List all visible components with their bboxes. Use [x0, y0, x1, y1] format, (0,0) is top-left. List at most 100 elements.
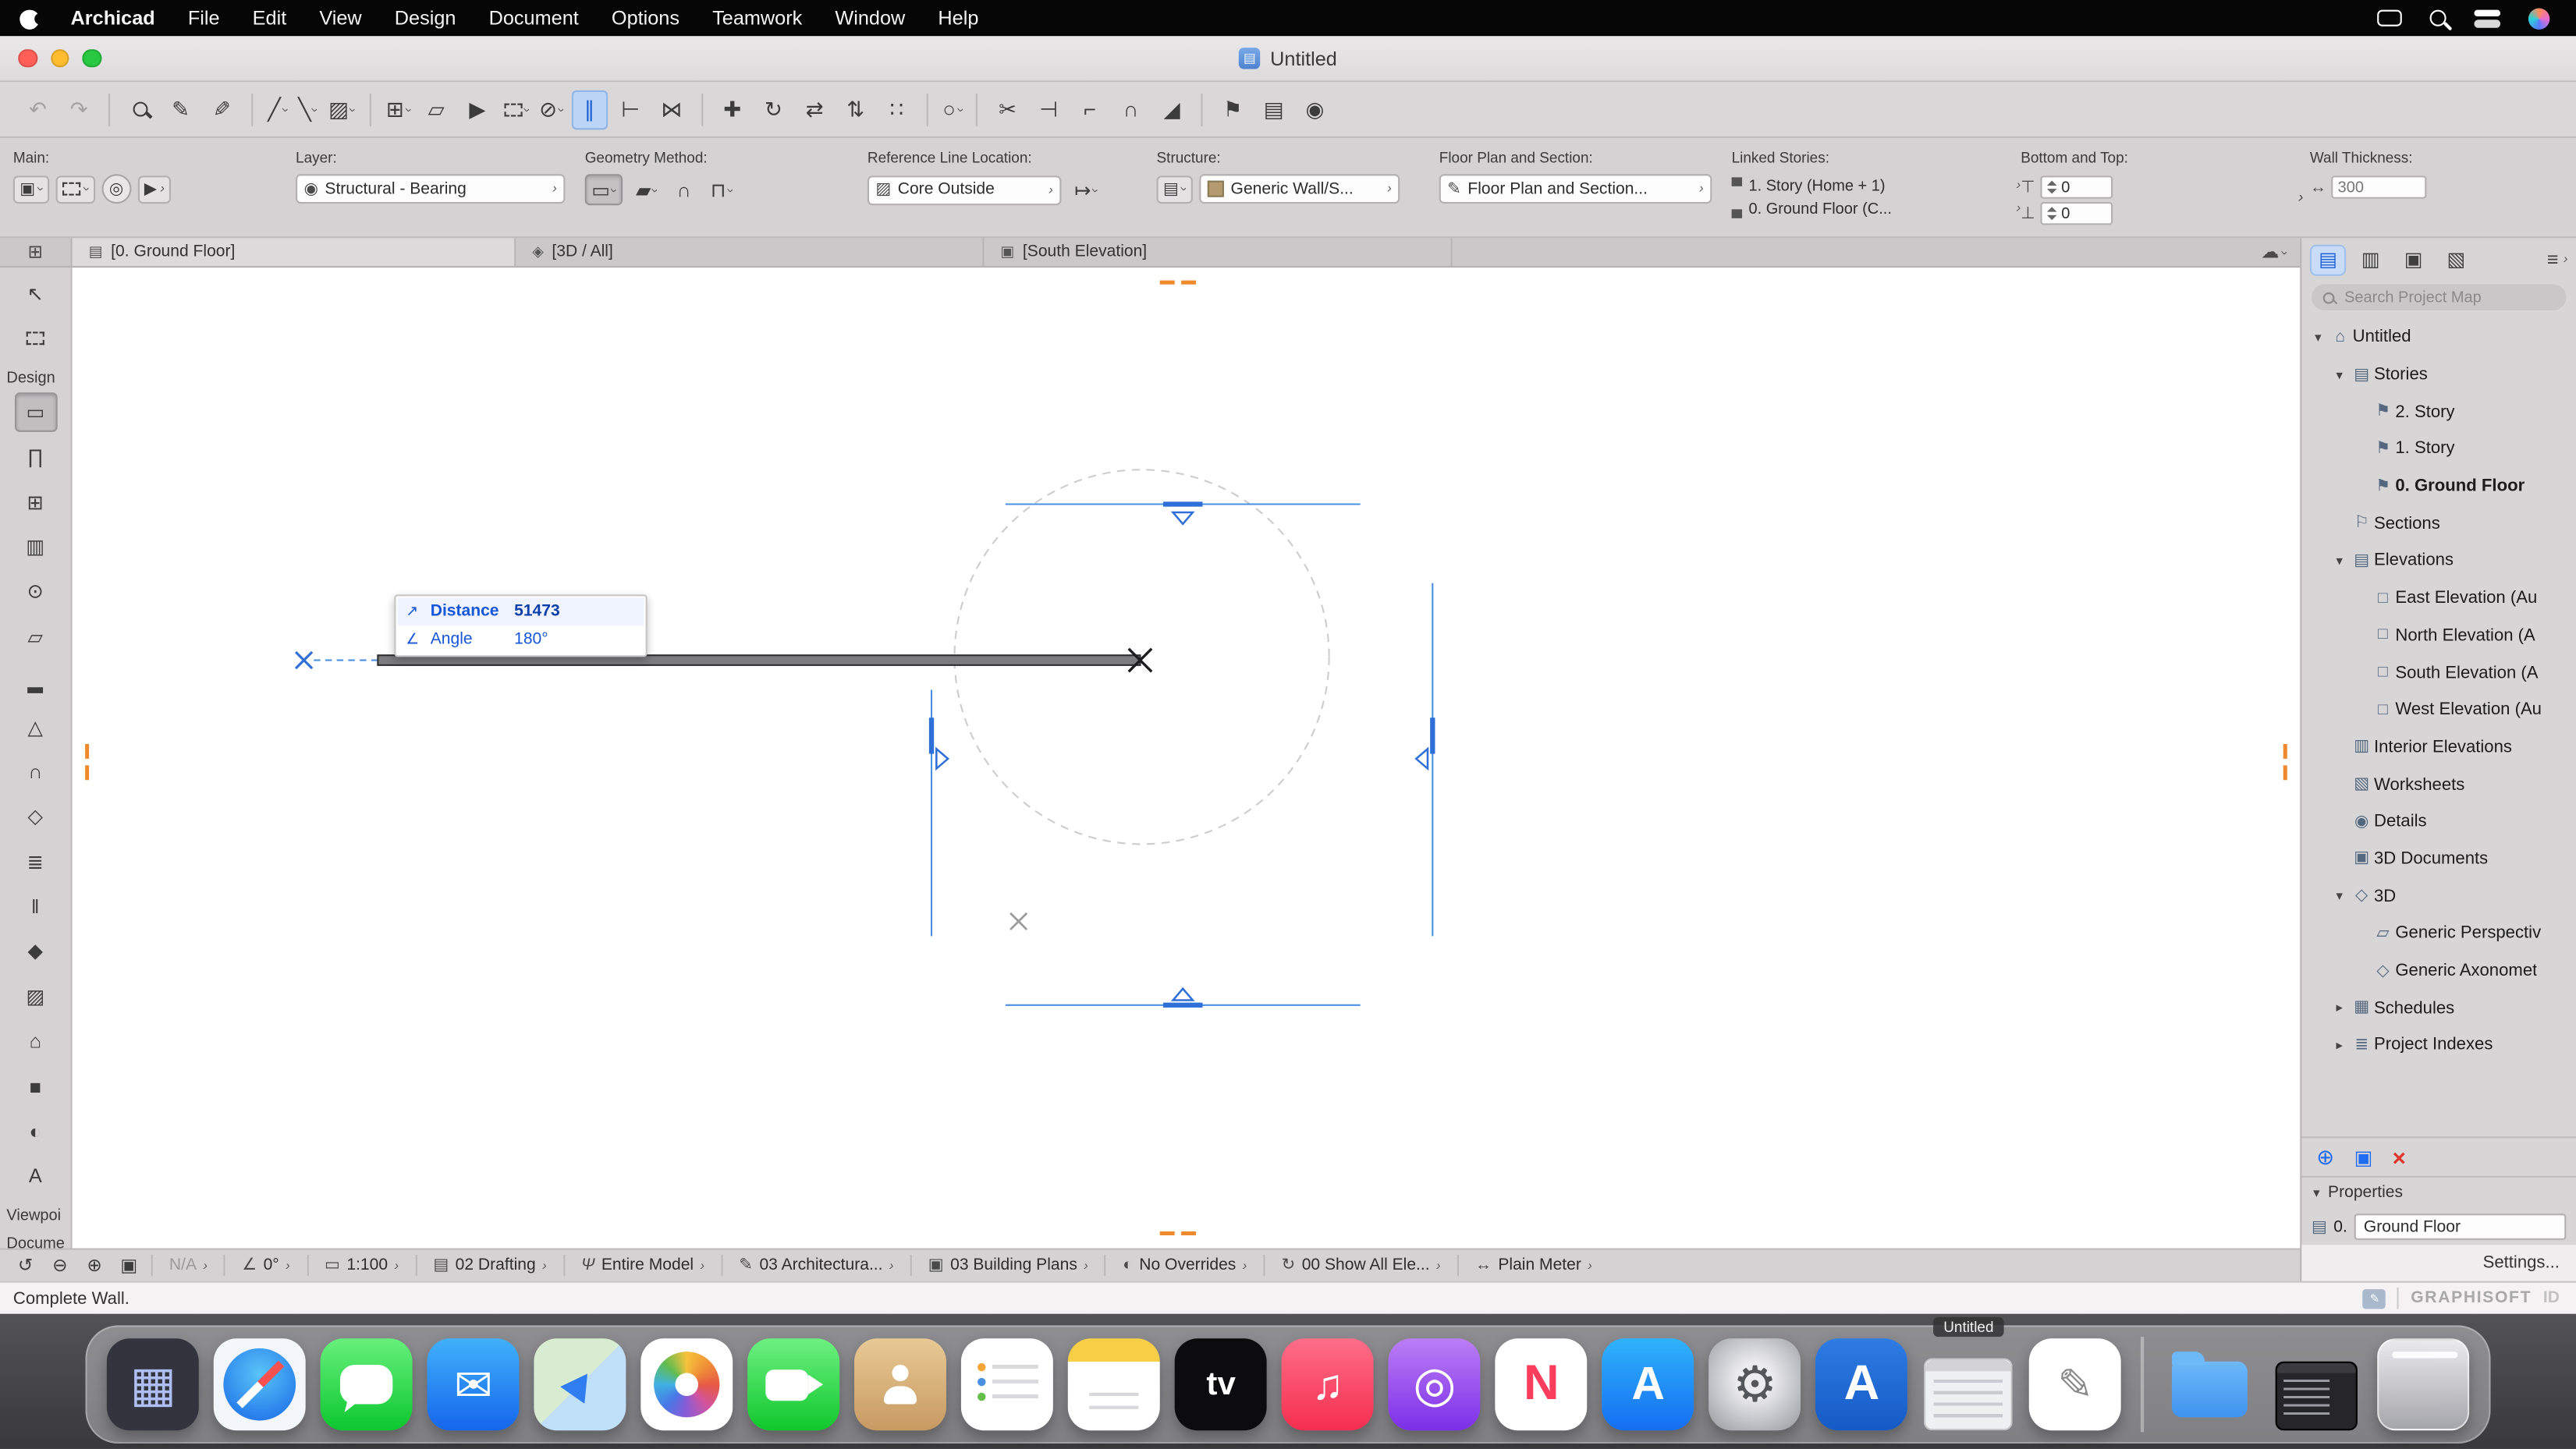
menu-help[interactable]: Help: [921, 0, 995, 36]
top-link-row[interactable]: ▀ 1. Story (Home + 1) ›: [1732, 174, 2021, 197]
gravity-button[interactable]: ◎: [101, 174, 132, 204]
tree-item-stories[interactable]: ▾ ▤ Stories: [2301, 356, 2576, 393]
dock-app-maps[interactable]: [534, 1338, 626, 1431]
chevron-down-icon[interactable]: ▾: [2308, 330, 2328, 345]
dock-app-facetime[interactable]: [747, 1338, 840, 1431]
geometry-curved-button[interactable]: ∩: [670, 174, 697, 205]
dock-app-archicad[interactable]: [1815, 1338, 1908, 1431]
stepper-icon[interactable]: [2046, 181, 2056, 193]
graphisoft-id-icon[interactable]: ✎: [2363, 1288, 2386, 1309]
elevate-icon[interactable]: ⇅: [838, 90, 874, 129]
dock-app-appstore[interactable]: [1602, 1338, 1694, 1431]
mirror-icon[interactable]: ⇄: [797, 90, 832, 129]
shell-tool[interactable]: ∩: [14, 752, 57, 792]
tab-south-elevation[interactable]: ▣ [South Elevation]: [984, 238, 1453, 267]
dock-app-photos[interactable]: [640, 1338, 733, 1431]
undo-icon[interactable]: ↶: [20, 90, 55, 129]
minimize-window-button[interactable]: [50, 48, 69, 68]
column-tool[interactable]: ⊙: [14, 572, 57, 612]
pick-up-parameters-icon[interactable]: ✎: [162, 90, 198, 129]
object-tool[interactable]: ■: [14, 1067, 57, 1107]
tree-item-0-ground-floor[interactable]: ⚑ 0. Ground Floor: [2301, 468, 2576, 505]
toolbox-viewpoint-label[interactable]: Viewpoi: [0, 1202, 71, 1230]
qo-model-view-options[interactable]: ▣ 03 Building Plans ›: [918, 1256, 1098, 1274]
marquee-combo[interactable]: ›: [500, 90, 534, 129]
qo-renovation-filter[interactable]: ↻ 00 Show All Ele... ›: [1272, 1256, 1450, 1274]
top-offset-field[interactable]: 0: [2039, 175, 2113, 199]
chevron-down-icon[interactable]: ▾: [2329, 889, 2349, 904]
dock-app-messages[interactable]: [321, 1338, 413, 1431]
menu-file[interactable]: File: [172, 0, 236, 36]
menu-edit[interactable]: Edit: [236, 0, 303, 36]
structure-type-combo[interactable]: ▤ ›: [1156, 175, 1194, 204]
tab-ground-floor[interactable]: ▤ [0. Ground Floor]: [72, 238, 516, 267]
dock-trash[interactable]: [2376, 1338, 2469, 1431]
suspend-groups-combo[interactable]: ⊘ ›: [536, 90, 569, 129]
arc-combo[interactable]: ○ ›: [939, 90, 967, 129]
publisher-icon[interactable]: ▧: [2438, 244, 2474, 275]
previous-view-icon[interactable]: ↺: [10, 1252, 41, 1279]
marquee-mode-combo[interactable]: ›: [55, 175, 95, 204]
geometry-composite-button[interactable]: ▰ ›: [630, 174, 664, 205]
curtain-wall-tool[interactable]: ▥: [14, 527, 57, 567]
quick-options-popup-icon[interactable]: ⊞: [0, 238, 73, 267]
marker-flag-icon[interactable]: ⚑: [1215, 90, 1251, 129]
tree-item-details[interactable]: ◉ Details: [2301, 803, 2576, 841]
tree-item-east-elevation[interactable]: □ East Elevation (Au: [2301, 579, 2576, 617]
dock-window-thumbnail[interactable]: Untitled: [1922, 1316, 2014, 1431]
tree-item-generic-perspective[interactable]: ▱ Generic Perspectiv: [2301, 915, 2576, 952]
fillet-icon[interactable]: ∩: [1112, 90, 1148, 129]
grid-snap-combo[interactable]: ⊞ ›: [383, 90, 416, 129]
tab-3d-all[interactable]: ◈ [3D / All]: [516, 238, 985, 267]
drag-icon[interactable]: ✚: [715, 90, 750, 129]
menu-view[interactable]: View: [303, 0, 378, 36]
settings-button[interactable]: Settings...: [2483, 1253, 2560, 1273]
fit-in-window-icon[interactable]: ▣: [113, 1252, 144, 1279]
floor-plan-canvas[interactable]: ↗ Distance 51473 ∠ Angle 180°: [72, 267, 2301, 1249]
tree-item-3d[interactable]: ▾ ◇ 3D: [2301, 877, 2576, 915]
dock-app-contacts[interactable]: [854, 1338, 947, 1431]
morph-tool[interactable]: ◆: [14, 932, 57, 972]
tree-item-untitled[interactable]: ▾ ⌂ Untitled: [2301, 319, 2576, 356]
chevron-down-icon[interactable]: ▾: [2329, 554, 2349, 569]
editing-plane-icon[interactable]: ▱: [418, 90, 454, 129]
distance-value[interactable]: 51473: [514, 603, 560, 621]
dock-app-podcasts[interactable]: [1388, 1338, 1481, 1431]
measure-icon[interactable]: ⊢: [612, 90, 648, 129]
search-input[interactable]: [2340, 286, 2555, 308]
arrow-mode-combo[interactable]: ▶ ›: [137, 175, 172, 204]
wall-thickness-field[interactable]: 300: [2331, 175, 2427, 199]
qo-pen-set[interactable]: ✎ 03 Architectura... ›: [729, 1256, 903, 1274]
inject-parameters-icon[interactable]: ✎: [204, 90, 240, 129]
line-type-combo[interactable]: ╲ ›: [295, 90, 323, 129]
layer-dropdown[interactable]: ◉ Structural - Bearing ›: [296, 174, 566, 204]
chevron-right-icon[interactable]: ▸: [2329, 1038, 2349, 1053]
multiply-icon[interactable]: ∷: [878, 90, 914, 129]
menu-archicad[interactable]: Archicad: [54, 0, 171, 36]
tree-item-west-elevation[interactable]: □ West Elevation (Au: [2301, 691, 2576, 728]
tree-item-project-indexes[interactable]: ▸ ≣ Project Indexes: [2301, 1026, 2576, 1064]
railing-tool[interactable]: ‖: [14, 887, 57, 926]
flip-reference-button[interactable]: ↦ ›: [1068, 174, 1104, 205]
chevron-right-icon[interactable]: ▸: [2329, 1001, 2349, 1015]
geometry-chained-button[interactable]: ⊓ ›: [704, 174, 738, 205]
bottom-top-expand-icon[interactable]: ›: [2298, 190, 2303, 205]
dock-app-news[interactable]: [1495, 1338, 1588, 1431]
window-tool[interactable]: ⊞: [14, 482, 57, 522]
qo-graphic-override[interactable]: ◐ No Overrides ›: [1112, 1256, 1257, 1274]
dock-app-textedit[interactable]: [2029, 1338, 2122, 1431]
viewpoint-settings-icon[interactable]: ▣: [2354, 1146, 2373, 1168]
apple-menu-icon[interactable]: [20, 5, 46, 30]
toolbox-document-label[interactable]: Docume: [0, 1230, 71, 1248]
project-map-icon[interactable]: ▤: [2309, 243, 2347, 275]
tree-item-3d-documents[interactable]: ▣ 3D Documents: [2301, 840, 2576, 877]
tree-item-generic-axonometry[interactable]: ◇ Generic Axonomet: [2301, 952, 2576, 990]
qo-scale[interactable]: ▭ 1:100 ›: [314, 1256, 408, 1274]
dock-folder[interactable]: [2163, 1338, 2255, 1430]
rotate-icon[interactable]: ↻: [755, 90, 791, 129]
dock-app-launchpad[interactable]: [107, 1338, 200, 1431]
menu-teamwork[interactable]: Teamwork: [696, 0, 818, 36]
dock-app-tv[interactable]: [1175, 1338, 1268, 1431]
menu-design[interactable]: Design: [378, 0, 473, 36]
split-icon[interactable]: ✂: [989, 90, 1025, 129]
